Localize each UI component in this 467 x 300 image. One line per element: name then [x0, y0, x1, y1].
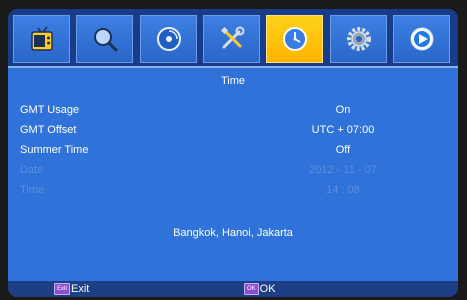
menu-tab-bar [8, 9, 458, 68]
tab-tv[interactable] [13, 15, 70, 63]
setting-label: GMT Usage [20, 104, 80, 116]
setting-row-summer-time[interactable]: Summer Time Off [8, 144, 458, 162]
setting-row-time: Time 14 : 08 [8, 184, 458, 202]
tab-tools[interactable] [203, 15, 260, 63]
tab-media-player[interactable] [393, 15, 450, 63]
setting-value: 14 : 08 [326, 184, 360, 196]
menu-screen: Time GMT Usage On GMT Offset UTC + 07:00… [8, 9, 458, 297]
exit-label: Exit [71, 283, 90, 295]
setting-value: 2012 - 11 - 07 [309, 164, 377, 176]
tab-media[interactable] [140, 15, 197, 63]
setting-label: Summer Time [20, 144, 89, 156]
tv-icon [30, 26, 53, 51]
setting-value[interactable]: On [288, 104, 398, 116]
setting-label: Date [20, 164, 44, 176]
ok-key-icon: OK [244, 283, 259, 295]
search-icon [93, 28, 117, 52]
ok-label: OK [259, 283, 276, 295]
tab-system[interactable] [330, 15, 387, 63]
exit-key-icon: Exit [54, 283, 71, 295]
tab-time-settings[interactable] [266, 15, 323, 63]
timezone-region-text: Bangkok, Hanoi, Jakarta [173, 227, 293, 239]
clock-icon [282, 27, 307, 51]
page-title: Time [220, 75, 246, 87]
tab-search[interactable] [76, 15, 133, 63]
ok-hint[interactable]: OK OK [244, 283, 276, 295]
play-icon [410, 27, 433, 51]
setting-label: GMT Offset [20, 124, 77, 136]
setting-row-gmt-usage[interactable]: GMT Usage On [8, 104, 458, 122]
setting-value[interactable]: UTC + 07:00 [288, 124, 398, 136]
setting-row-date: Date 2012 - 11 - 07 [8, 164, 458, 182]
gear-icon [346, 27, 371, 51]
exit-hint[interactable]: Exit Exit [54, 283, 89, 295]
setting-row-gmt-offset[interactable]: GMT Offset UTC + 07:00 [8, 124, 458, 142]
footer-bar: Exit Exit OK OK [8, 281, 458, 297]
setting-value[interactable]: Off [288, 144, 398, 156]
disc-icon [156, 27, 181, 51]
setting-label: Time [20, 184, 45, 196]
tools-icon [220, 26, 244, 49]
